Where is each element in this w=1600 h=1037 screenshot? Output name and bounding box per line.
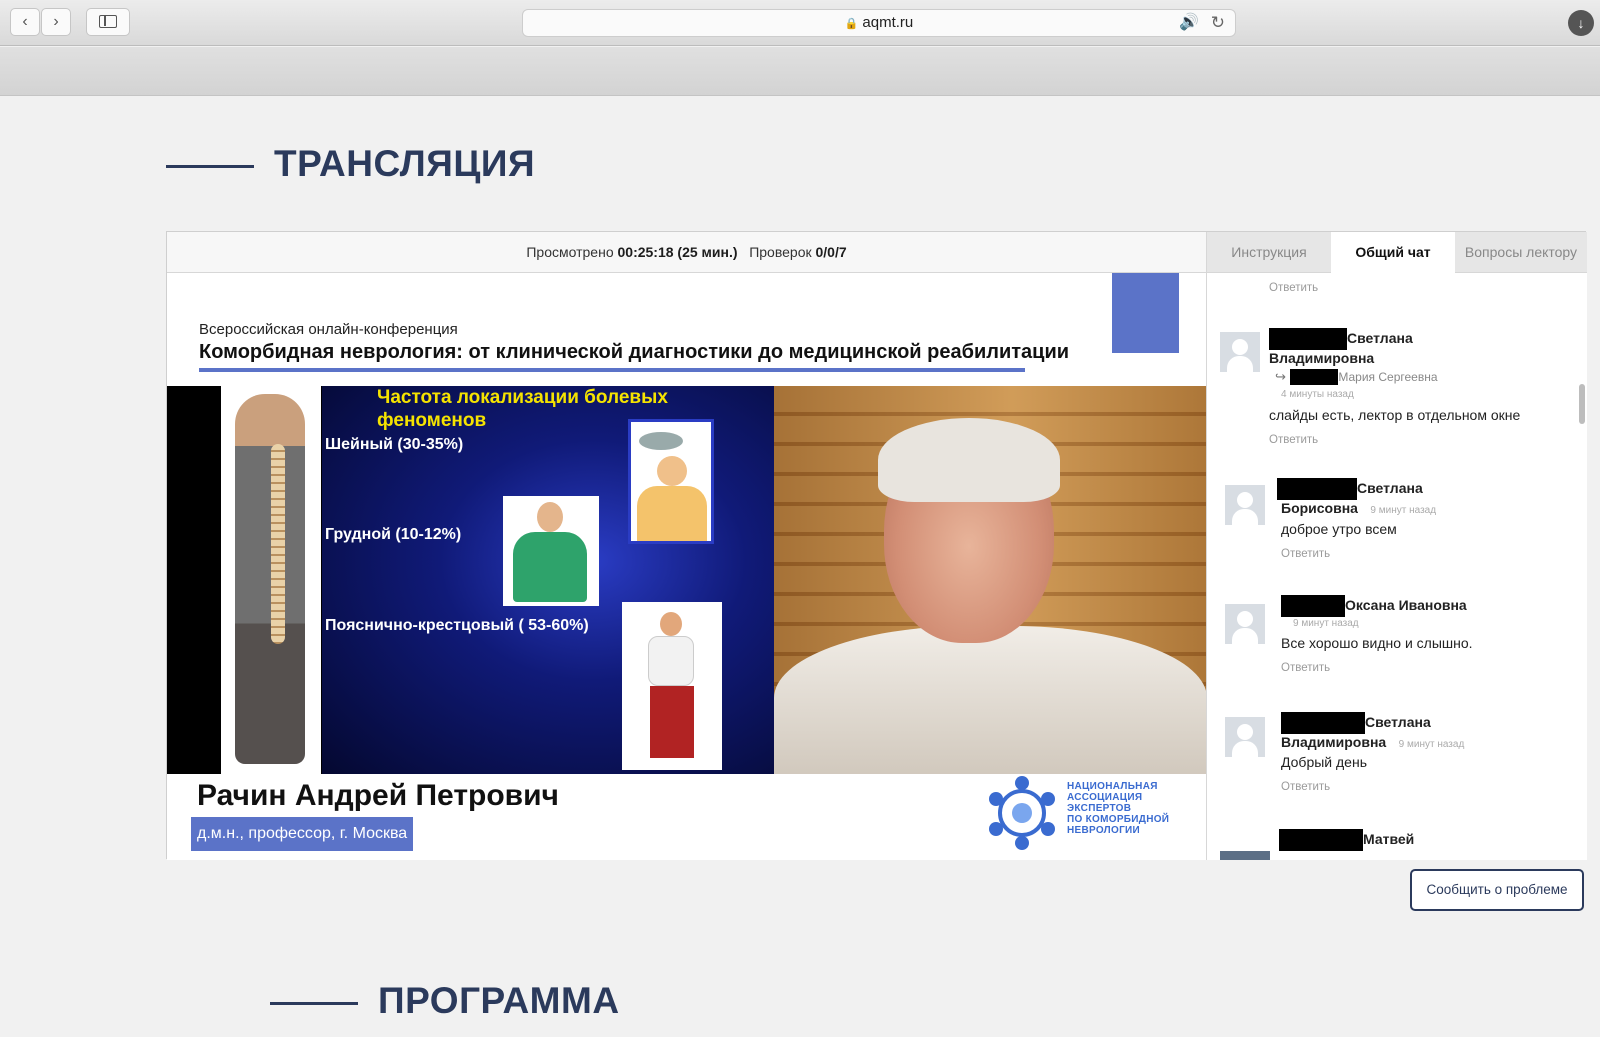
redacted-name	[1279, 829, 1363, 851]
message-author: Оксана Ивановна	[1345, 597, 1467, 614]
slide-item-cervical: Шейный (30-35%)	[325, 436, 464, 453]
reply-to-name: Мария Сергеевна	[1338, 370, 1438, 384]
title-underline	[199, 368, 1025, 372]
downloads-button[interactable]: ↓	[1568, 10, 1594, 36]
speaker-credentials: д.м.н., профессор, г. Москва	[191, 817, 414, 851]
url-text: aqmt.ru	[862, 14, 914, 31]
chat-tabs: Инструкция Общий чат Вопросы лектору	[1207, 232, 1587, 274]
speaker-shirt	[774, 626, 1206, 774]
conference-title: Коморбидная неврология: от клинической д…	[199, 341, 1070, 363]
slide-heading: Частота локализации болевых феноменов	[377, 386, 668, 432]
section-divider	[270, 1002, 358, 1005]
chat-message: Светлана Владимировна 9 минут назад Добр…	[1207, 712, 1573, 812]
spine-illustration	[221, 386, 321, 774]
reply-link[interactable]: Ответить	[1269, 434, 1318, 446]
association-logo-text: НАЦИОНАЛЬНАЯ АССОЦИАЦИЯ ЭКСПЕРТОВ ПО КОМ…	[1067, 781, 1170, 836]
message-time: 4 минуты назад	[1281, 389, 1354, 400]
browser-toolbar: ‹ › 🔒 aqmt.ru 🔊 ↻ ↓	[0, 0, 1600, 46]
redacted-name	[1281, 712, 1365, 734]
section-divider	[166, 165, 254, 168]
sidebar-toggle-button[interactable]	[86, 8, 130, 36]
reload-icon[interactable]: ↻	[1211, 10, 1225, 36]
back-pain-figure	[622, 602, 722, 770]
message-text: слайды есть, лектор в отдельном окне	[1269, 407, 1521, 423]
chat-message: Светлана Борисовна 9 минут назад доброе …	[1207, 478, 1573, 578]
message-author: Светлана	[1365, 714, 1431, 731]
message-author-line2: Владимировна	[1281, 734, 1387, 750]
report-problem-button[interactable]: Сообщить о проблеме	[1410, 869, 1584, 911]
brand-square	[1112, 273, 1179, 353]
speaker-camera	[774, 386, 1206, 774]
reply-link[interactable]: Ответить	[1281, 662, 1330, 674]
lock-icon: 🔒	[844, 18, 859, 30]
video-stream[interactable]: Всероссийская онлайн-конференция Коморби…	[167, 273, 1207, 860]
chat-message: Матвей	[1207, 829, 1573, 860]
redacted-name	[1277, 478, 1357, 500]
chat-message: Оксана Ивановна 9 минут назад Все хорошо…	[1207, 595, 1573, 695]
program-section-title: ПРОГРАММА	[378, 980, 620, 1021]
slide-heading-line1: Частота локализации болевых	[377, 387, 668, 408]
slide-item-lumbar: Пояснично-крестцовый ( 53-60%)	[325, 617, 589, 634]
checks-value: 0/0/7	[815, 244, 847, 260]
message-author: Светлана	[1357, 480, 1423, 497]
speaker-name: Рачин Андрей Петрович	[197, 779, 559, 812]
chevron-right-icon: ›	[53, 13, 59, 30]
tab-general-chat[interactable]: Общий чат	[1331, 232, 1455, 274]
broadcast-player: Просмотрено 00:25:18 (25 мин.) Проверок …	[166, 231, 1587, 860]
association-logo	[989, 776, 1055, 850]
redacted-name	[1269, 328, 1347, 350]
message-time: 9 минут назад	[1398, 739, 1465, 750]
broadcast-section-title: ТРАНСЛЯЦИЯ	[274, 143, 536, 184]
chat-scrollbar[interactable]	[1579, 384, 1585, 424]
conference-subtitle: Всероссийская онлайн-конференция	[199, 321, 458, 338]
checks-label: Проверок	[749, 244, 812, 260]
avatar	[1225, 604, 1265, 644]
lecture-slide: Частота локализации болевых феноменов Ше…	[167, 386, 774, 774]
neck-pain-figure	[628, 419, 714, 544]
redacted-name	[1290, 368, 1339, 385]
slide-heading-line2: феноменов	[377, 410, 487, 431]
message-text: доброе утро всем	[1281, 521, 1397, 537]
chevron-left-icon: ‹	[22, 13, 28, 30]
message-author-line2: Владимировна	[1269, 350, 1375, 366]
reply-link[interactable]: Ответить	[1269, 282, 1318, 294]
watched-value: 00:25:18 (25 мин.)	[617, 244, 738, 260]
message-time: 9 минут назад	[1370, 505, 1437, 516]
browser-bar	[0, 47, 1600, 96]
back-button[interactable]: ‹	[10, 8, 40, 36]
chat-panel: Инструкция Общий чат Вопросы лектору Отв…	[1207, 232, 1587, 860]
message-text: Все хорошо видно и слышно.	[1281, 635, 1473, 651]
reply-arrow-icon: ↪	[1275, 369, 1286, 384]
avatar	[1220, 332, 1260, 372]
message-text: Добрый день	[1281, 754, 1367, 770]
watch-stats-bar: Просмотрено 00:25:18 (25 мин.) Проверок …	[167, 232, 1207, 273]
slide-item-thoracic: Грудной (10-12%)	[325, 526, 462, 543]
chat-messages[interactable]: Ответить Светлана Владимировна ↪ Мария С…	[1207, 273, 1587, 860]
avatar	[1225, 485, 1265, 525]
chat-message: Светлана Владимировна ↪ Мария Сергеевна …	[1207, 328, 1573, 448]
redacted-name	[1281, 595, 1345, 617]
speaker-hair	[878, 418, 1060, 502]
tab-questions[interactable]: Вопросы лектору	[1455, 232, 1587, 273]
message-time: 9 минут назад	[1293, 618, 1359, 629]
avatar	[1220, 851, 1270, 860]
chest-pain-figure	[503, 496, 599, 606]
reply-link[interactable]: Ответить	[1281, 548, 1330, 560]
forward-button[interactable]: ›	[41, 8, 71, 36]
tab-instruction[interactable]: Инструкция	[1207, 232, 1331, 273]
speaker-icon[interactable]: 🔊	[1179, 10, 1199, 36]
sidebar-icon	[99, 15, 117, 29]
avatar	[1225, 717, 1265, 757]
address-bar[interactable]: 🔒 aqmt.ru 🔊 ↻	[522, 9, 1236, 37]
message-author-line2: Борисовна	[1281, 500, 1358, 516]
message-author: Светлана	[1347, 330, 1413, 347]
reply-link[interactable]: Ответить	[1281, 781, 1330, 793]
download-icon: ↓	[1577, 15, 1585, 31]
watched-label: Просмотрено	[526, 244, 614, 260]
message-author: Матвей	[1363, 831, 1415, 848]
